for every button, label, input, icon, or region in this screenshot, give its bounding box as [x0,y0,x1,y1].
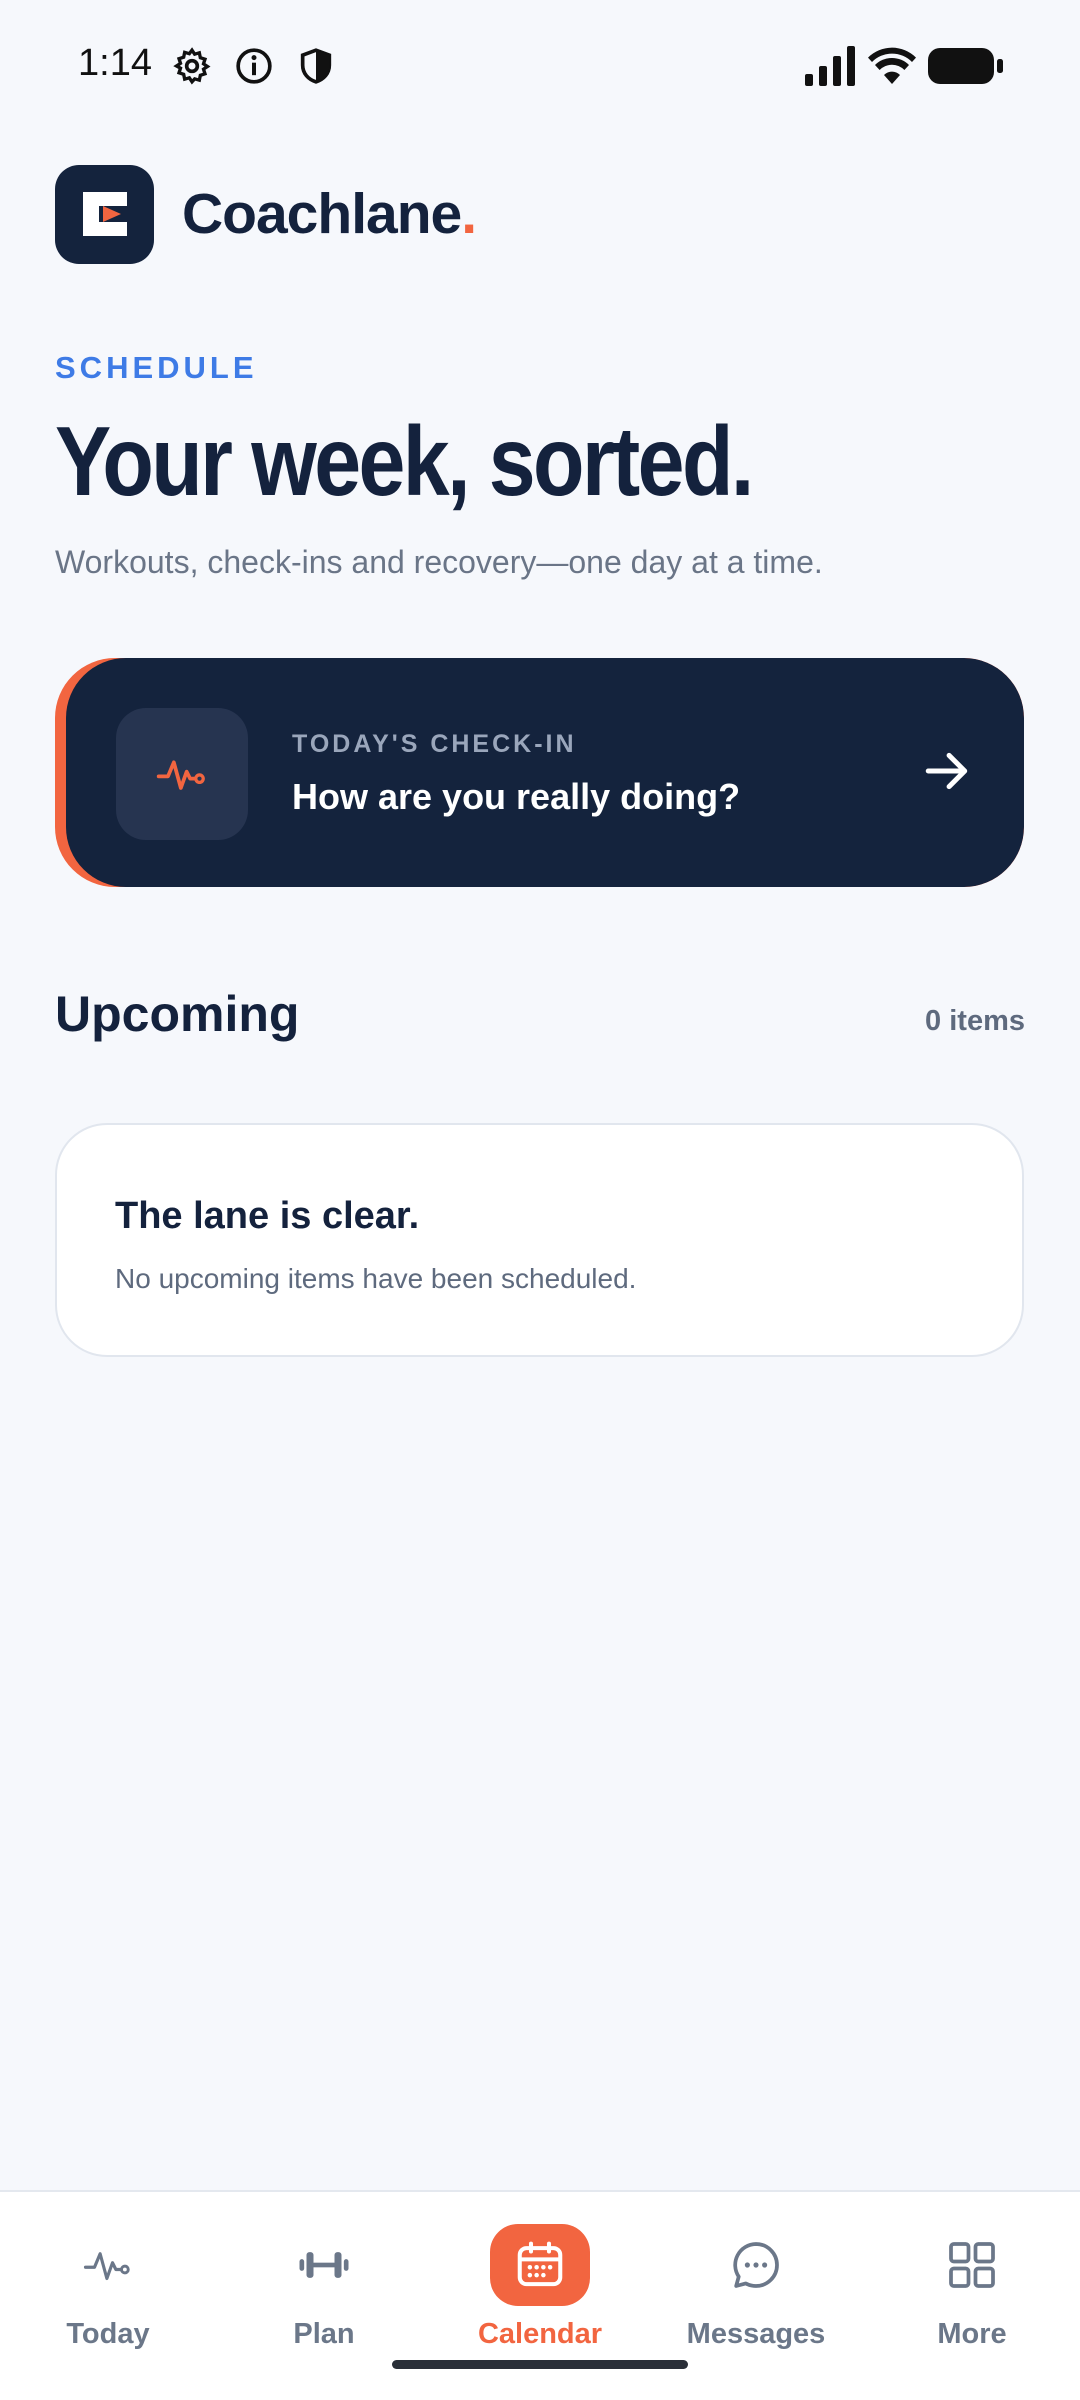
logo-icon [82,192,127,236]
nav-item-messages[interactable]: Messages [648,2192,864,2382]
signal-icon [805,46,855,86]
shield-icon [300,48,332,84]
nav-item-more[interactable]: More [864,2192,1080,2382]
nav-label: Today [66,2318,150,2350]
nav-label: More [937,2318,1007,2350]
pulse-icon [156,760,205,790]
checkin-title: How are you really doing? [292,776,741,817]
app-name: Coachlane. [182,182,477,246]
pulse-icon [83,2252,130,2281]
nav-item-calendar[interactable]: Calendar [432,2192,648,2382]
checkin-card-body: TODAY'S CHECK-IN How are you really doin… [66,658,1024,887]
grid-icon [949,2242,995,2288]
nav-label: Plan [293,2318,355,2350]
checkin-eyebrow: TODAY'S CHECK-IN [292,730,577,758]
wifi-icon [868,47,916,84]
empty-state-card: The lane is clear. No upcoming items hav… [55,1123,1024,1357]
status-time: 1:14 [78,42,152,84]
battery-icon [928,48,1003,84]
nav-label: Messages [686,2318,826,2350]
page-subtitle: Workouts, check-ins and recovery—one day… [55,544,823,580]
checkin-card[interactable]: TODAY'S CHECK-IN How are you really doin… [55,658,1024,887]
dumbbell-icon [299,2252,349,2278]
nav-icon-wrap [706,2224,806,2306]
home-indicator[interactable] [392,2360,688,2369]
checkin-icon-box [116,708,248,840]
page-title: Your week, sorted. [55,406,754,516]
nav-item-today[interactable]: Today [0,2192,216,2382]
nav-icon-wrap [58,2224,158,2306]
empty-state-subtitle: No upcoming items have been scheduled. [115,1263,637,1294]
empty-state-title: The lane is clear. [115,1195,420,1237]
nav-label: Calendar [477,2318,603,2350]
app-logo [55,164,154,264]
app-header: Coachlane. [55,164,477,264]
status-bar: 1:14 [0,0,1080,130]
upcoming-title: Upcoming [55,986,300,1042]
section-eyebrow: SCHEDULE [55,350,258,385]
nav-item-plan[interactable]: Plan [216,2192,432,2382]
nav-icon-wrap [274,2224,374,2306]
upcoming-count: 0 items [925,1005,1025,1037]
calendar-icon [517,2241,563,2287]
brand-dot: . [461,182,477,246]
arrow-right-icon[interactable] [922,746,972,796]
nav-icon-wrap [490,2224,590,2306]
nav-icon-wrap [922,2224,1022,2306]
info-icon [236,48,272,84]
gear-icon [173,47,211,85]
chat-icon [733,2242,779,2288]
